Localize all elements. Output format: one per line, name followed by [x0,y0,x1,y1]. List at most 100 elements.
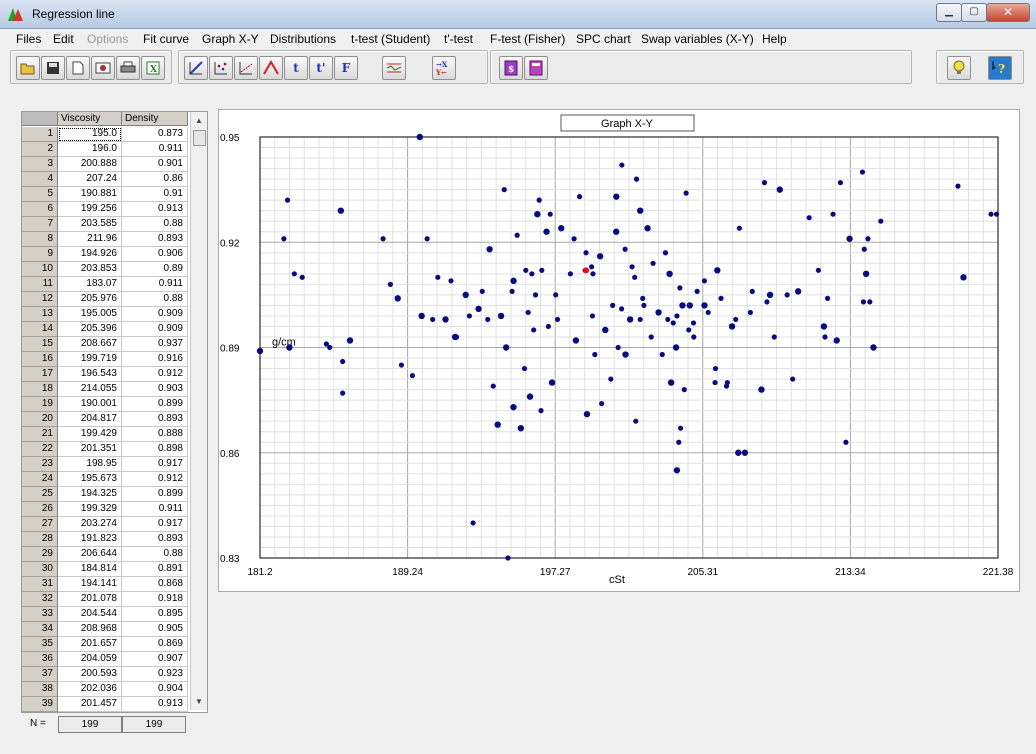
data-point[interactable] [490,383,496,389]
density-cell[interactable]: 0.869 [122,637,188,652]
viscosity-cell[interactable]: 184.814 [58,562,122,577]
viscosity-cell[interactable]: 194.141 [58,577,122,592]
fit-curve-button[interactable] [184,56,208,80]
viscosity-cell[interactable]: 194.325 [58,487,122,502]
viscosity-cell[interactable]: 190.881 [58,187,122,202]
viscosity-cell[interactable]: 195.673 [58,472,122,487]
data-point[interactable] [988,211,994,217]
data-point[interactable] [641,302,647,308]
row-index[interactable]: 25 [22,487,58,502]
row-index[interactable]: 7 [22,217,58,232]
row-index[interactable]: 21 [22,427,58,442]
data-point[interactable] [672,344,680,351]
data-point[interactable] [466,313,472,319]
data-point[interactable] [599,401,605,407]
print-button[interactable] [116,56,140,80]
density-cell[interactable]: 0.868 [122,577,188,592]
menu-help[interactable]: Help [762,32,787,46]
data-point[interactable] [878,218,884,224]
data-point[interactable] [502,344,510,351]
density-cell[interactable]: 0.911 [122,142,188,157]
data-point[interactable] [286,344,293,351]
density-cell[interactable]: 0.899 [122,487,188,502]
data-point[interactable] [613,193,620,200]
data-point[interactable] [686,327,692,333]
data-point[interactable] [510,277,517,285]
data-point[interactable] [843,439,849,445]
data-point[interactable] [479,288,485,294]
density-cell[interactable]: 0.88 [122,217,188,232]
maximize-button[interactable]: ▢ [961,3,987,22]
data-point[interactable] [784,292,790,298]
data-point[interactable] [514,232,520,238]
data-point[interactable] [790,376,796,382]
data-point[interactable] [637,316,643,323]
row-index[interactable]: 2 [22,142,58,157]
data-point[interactable] [758,386,765,393]
data-point[interactable] [830,211,836,217]
open-button[interactable] [16,56,40,80]
menu-t-test[interactable]: t-test (Student) [351,32,430,46]
data-point[interactable] [337,207,345,214]
data-point[interactable] [340,390,346,396]
data-point[interactable] [619,306,625,312]
viscosity-cell[interactable]: 208.968 [58,622,122,637]
data-point[interactable] [670,320,676,326]
data-point[interactable] [655,309,662,316]
spc-chart-button[interactable] [382,56,406,80]
scroll-down-icon[interactable]: ▼ [195,697,203,706]
data-point[interactable] [955,183,961,189]
data-point[interactable] [735,449,742,456]
data-point[interactable] [558,225,565,232]
data-point[interactable] [596,253,604,260]
data-point[interactable] [993,211,1000,217]
data-point[interactable] [567,271,574,277]
data-point[interactable] [771,334,777,340]
data-point[interactable] [736,225,742,231]
data-point[interactable] [690,320,697,326]
data-point[interactable] [960,274,967,281]
density-cell[interactable]: 0.906 [122,247,188,262]
data-point[interactable] [291,271,297,277]
density-cell[interactable]: 0.888 [122,427,188,442]
viscosity-cell[interactable]: 191.823 [58,532,122,547]
column-header-density[interactable]: Density [122,112,188,126]
close-button[interactable]: ✕ [986,3,1030,22]
row-index[interactable]: 33 [22,607,58,622]
column-header-viscosity[interactable]: Viscosity [58,112,122,126]
data-point[interactable] [776,186,783,193]
row-index[interactable]: 19 [22,397,58,412]
data-point[interactable] [662,250,669,256]
viscosity-cell[interactable]: 199.256 [58,202,122,217]
viscosity-cell[interactable]: 204.544 [58,607,122,622]
t-test-button[interactable]: t [284,56,308,80]
row-index[interactable]: 35 [22,637,58,652]
data-point[interactable] [526,393,534,400]
density-cell[interactable]: 0.905 [122,622,188,637]
data-point[interactable] [453,334,460,340]
density-cell[interactable]: 0.873 [122,127,188,142]
data-point[interactable] [665,316,671,323]
density-cell[interactable]: 0.903 [122,382,188,397]
data-point[interactable] [510,403,517,411]
data-point[interactable] [678,425,684,431]
data-point[interactable] [820,323,828,330]
data-point[interactable] [299,274,305,280]
data-point[interactable] [416,133,423,141]
viscosity-cell[interactable]: 203.853 [58,262,122,277]
data-point[interactable] [626,316,634,323]
density-cell[interactable]: 0.911 [122,277,188,292]
data-point[interactable] [862,270,870,278]
data-point[interactable] [701,278,708,284]
data-point[interactable] [346,337,354,344]
data-point[interactable] [327,344,333,351]
data-point[interactable] [602,326,609,334]
row-index[interactable]: 13 [22,307,58,322]
density-cell[interactable]: 0.88 [122,547,188,562]
data-point[interactable] [538,408,544,414]
data-point[interactable] [794,288,802,295]
menu-distributions[interactable]: Distributions [270,32,336,46]
data-point[interactable] [394,295,401,302]
row-index[interactable]: 20 [22,412,58,427]
density-cell[interactable]: 0.899 [122,397,188,412]
